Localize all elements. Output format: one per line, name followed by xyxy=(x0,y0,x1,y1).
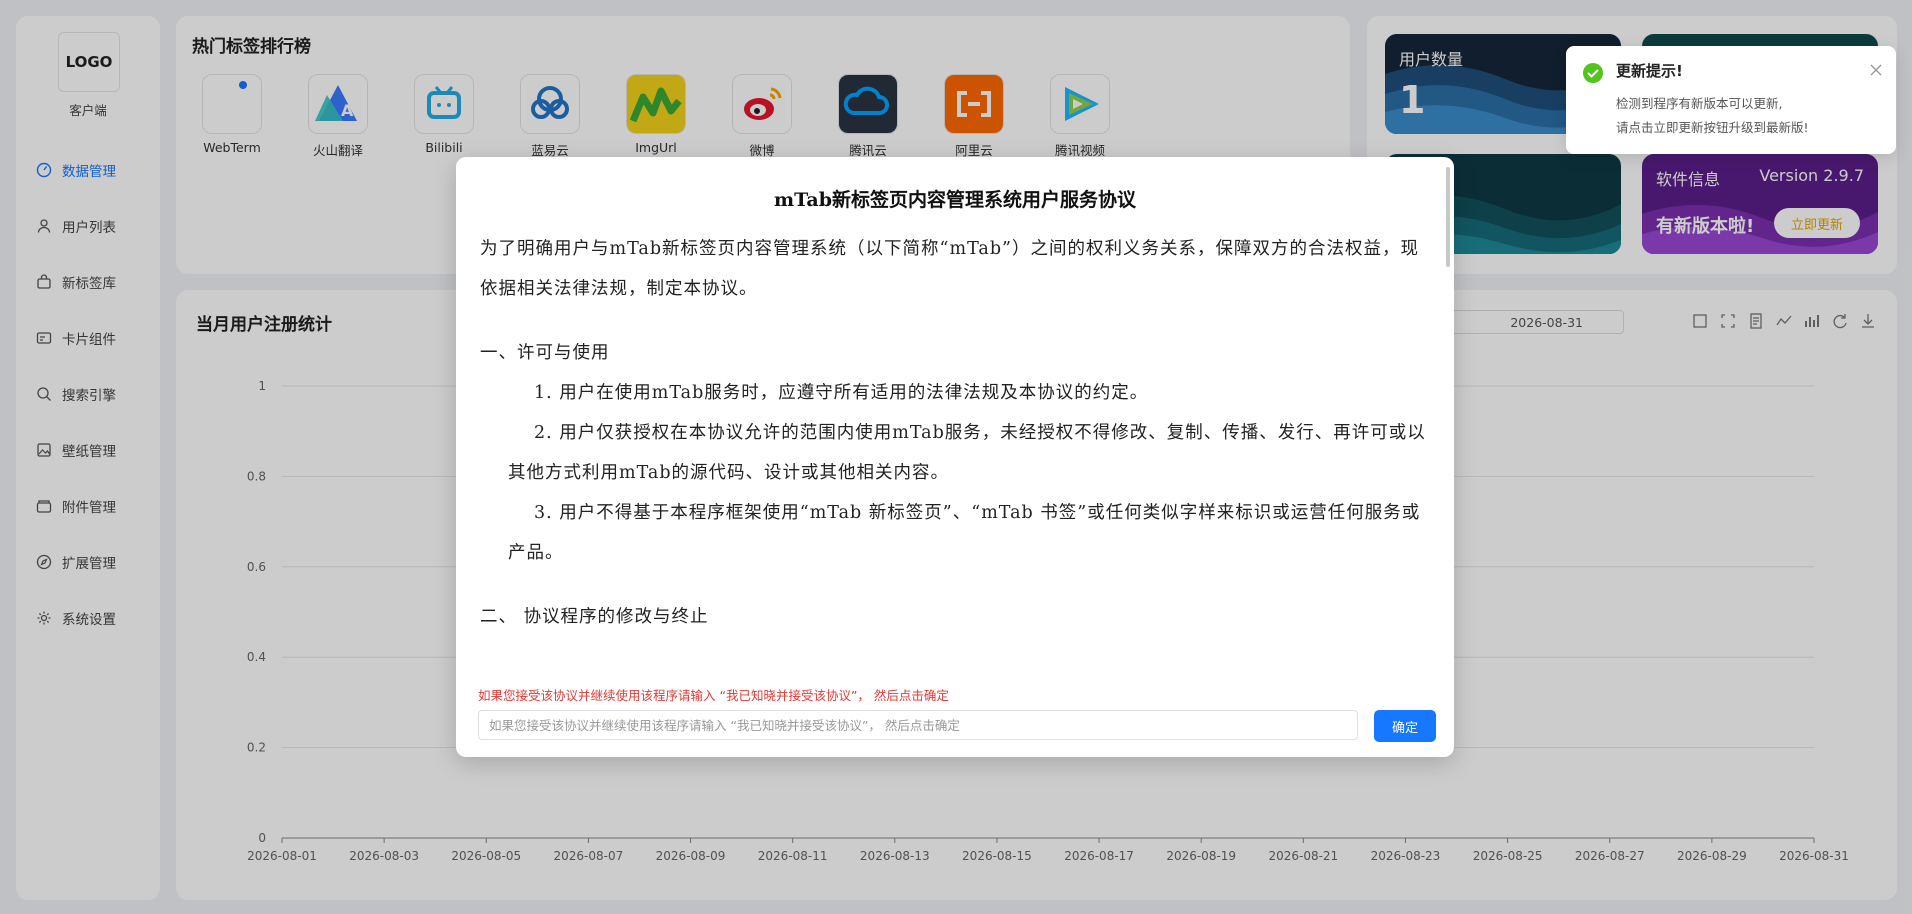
section-heading: 一、许可与使用 xyxy=(480,343,610,363)
modal-title: mTab新标签页内容管理系统用户服务协议 xyxy=(773,189,1137,211)
intro-paragraph: 为了明确用户与mTab新标签页内容管理系统（以下简称“mTab”）之间的权利义务… xyxy=(480,239,1419,299)
modal-scrollbar[interactable] xyxy=(1446,167,1450,267)
update-notification: 更新提示! 检测到程序有新版本可以更新, 请点击立即更新按钮升级到最新版! xyxy=(1566,46,1896,154)
agree-input[interactable] xyxy=(478,710,1358,740)
notification-title: 更新提示! xyxy=(1616,62,1683,80)
notification-line-1: 检测到程序有新版本可以更新, xyxy=(1616,96,1783,111)
agree-hint: 如果您接受该协议并继续使用该程序请输入 “我已知晓并接受该协议”， 然后点击确定 xyxy=(478,688,949,703)
notification-message: 检测到程序有新版本可以更新, 请点击立即更新按钮升级到最新版! xyxy=(1616,92,1809,140)
section-heading: 二、 协议程序的修改与终止 xyxy=(480,607,709,627)
agreement-modal: mTab新标签页内容管理系统用户服务协议 为了明确用户与mTab新标签页内容管理… xyxy=(456,157,1454,757)
clause-3: 3. 用户不得基于本程序框架使用“mTab 新标签页”、“mTab 书签”或任何… xyxy=(508,503,1421,563)
clause-2: 2. 用户仅获授权在本协议允许的范围内使用mTab服务，未经授权不得修改、复制、… xyxy=(508,423,1426,483)
confirm-button[interactable]: 确定 xyxy=(1374,710,1436,742)
notification-line-2: 请点击立即更新按钮升级到最新版! xyxy=(1616,120,1809,135)
success-icon xyxy=(1583,63,1603,83)
clause-1: 1. 用户在使用mTab服务时，应遵守所有适用的法律法规及本协议的约定。 xyxy=(534,383,1149,403)
close-icon[interactable] xyxy=(1870,64,1882,76)
